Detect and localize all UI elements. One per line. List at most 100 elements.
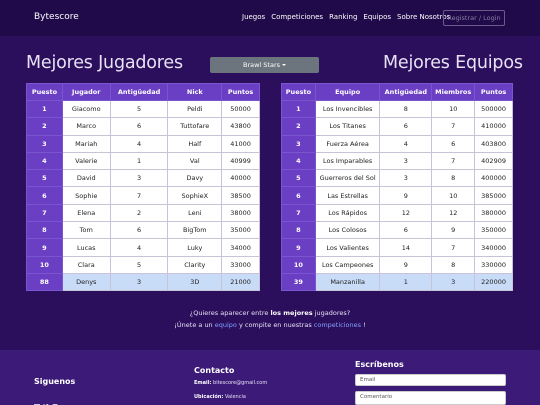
player-row[interactable]: 5 David 3 Davy 40000 [26,169,260,188]
cell-seniority: 6 [109,221,169,240]
cell-position: 6 [26,186,63,205]
cell-seniority: 14 [379,238,433,257]
footer-comment-input[interactable]: Comentario [355,391,506,405]
player-row[interactable]: 88 Denys 3 3D 21000 [26,272,260,292]
cell-position: 6 [281,186,316,205]
player-row[interactable]: 6 Sophie 7 SophieX 38500 [26,186,260,205]
cell-extra: Davy [167,169,223,188]
players-table-body: 1 Giacomo 5 Peldi 50000 2 Marco 6 Tuttofare 43800… [26,99,260,292]
follow-title: Siguenos [34,377,76,386]
social-icons [34,395,58,405]
write-us-title: Escríbenos [355,360,404,369]
players-table: Puesto Jugador Antigüedad Nick Puntos 1G… [26,83,260,292]
cell-points: 43800 [221,117,260,136]
cell-name: Las Estrellas [314,186,381,205]
contact-location: Ubicación: Valencia [194,394,246,400]
cell-position: 4 [26,151,63,171]
cell-points: 380000 [474,203,513,223]
cell-extra: 12 [431,203,476,223]
contact-title: Contacto [194,366,235,375]
cell-seniority: 9 [379,255,433,274]
location-value: Valencia [224,394,246,400]
login-button[interactable]: Registrar / Login [443,10,505,26]
cell-extra: Half [167,134,223,153]
cell-points: 350000 [474,221,513,240]
cell-name: Sophie [61,186,111,205]
cell-points: 41000 [221,134,260,153]
player-row[interactable]: 8 Tom 6 BigTom 35000 [26,221,260,240]
cell-position: 7 [26,203,63,223]
cell-points: 330000 [474,255,513,274]
team-row[interactable]: 3 Fuerza Aérea 4 6 403800 [281,134,513,153]
cell-name: Valerie [61,151,111,171]
cell-seniority: 6 [379,221,433,240]
team-row[interactable]: 9 Los Valientes 14 7 340000 [281,238,513,257]
cell-extra: 6 [431,134,476,153]
team-row[interactable]: 5 Guerreros del Sol 3 8 400000 [281,169,513,188]
column-header: Jugador [61,83,111,101]
cell-name: Elena [61,203,111,223]
twitch-icon[interactable] [34,395,40,405]
cell-name: Los Colosos [314,221,381,240]
column-header: Nick [167,83,223,101]
player-row[interactable]: 2 Marco 6 Tuttofare 43800 [26,117,260,136]
nav-link-ranking[interactable]: Ranking [329,13,357,21]
team-row[interactable]: 7 Los Rápidos 12 12 380000 [281,203,513,223]
cell-position: 39 [281,272,316,292]
team-row[interactable]: 4 Los Imparables 3 7 402909 [281,151,513,171]
cell-position: 3 [26,134,63,153]
cell-points: 33000 [221,255,260,274]
cell-extra: SophieX [167,186,223,205]
team-row[interactable]: 10 Los Campeones 9 8 330000 [281,255,513,274]
player-row[interactable]: 9 Lucas 4 Luky 34000 [26,238,260,257]
cell-extra: 7 [431,117,476,136]
cell-extra: BigTom [167,221,223,240]
competitions-link[interactable]: competiciones [314,321,361,329]
nav-link-equipos[interactable]: Equipos [363,13,391,21]
teams-table: Puesto Equipo Antigüedad Miembros Puntos… [281,83,513,292]
cell-extra: 9 [431,221,476,240]
email-value: bitescore@gmail.com [213,380,268,386]
team-link[interactable]: equipo [215,321,237,329]
caret-down-icon [282,64,287,66]
column-header: Antigüedad [379,83,433,101]
player-row[interactable]: 1 Giacomo 5 Peldi 50000 [26,99,260,119]
cta-text: ! [361,321,366,329]
cell-position: 88 [26,272,63,292]
team-row[interactable]: 1 Los Invencibles 8 10 500000 [281,99,513,119]
cell-points: 340000 [474,238,513,257]
footer-email-input[interactable]: Email [355,374,506,386]
twitter-icon[interactable] [43,395,49,405]
nav-link-competiciones[interactable]: Competiciones [271,13,323,21]
players-title: Mejores Jugadores [26,53,183,73]
team-row[interactable]: 8 Los Colosos 6 9 350000 [281,221,513,240]
team-row[interactable]: 2 Los Titanes 6 7 410000 [281,117,513,136]
nav-link-juegos[interactable]: Juegos [242,13,265,21]
column-header: Equipo [314,83,381,101]
game-select-dropdown[interactable]: Brawl Stars [210,57,319,73]
cell-name: David [61,169,111,188]
team-row[interactable]: 39 Manzanilla 1 3 220000 [281,272,513,292]
cell-position: 8 [281,221,316,240]
player-row[interactable]: 10 Clara 5 Clarity 33000 [26,255,260,274]
brand-logo[interactable]: Bytescore [34,12,79,22]
player-row[interactable]: 3 Mariah 4 Half 41000 [26,134,260,153]
cell-extra: 7 [431,238,476,257]
cell-seniority: 3 [109,272,169,292]
cell-points: 35000 [221,221,260,240]
cell-extra: 10 [431,186,476,205]
column-header: Puesto [281,83,316,101]
cell-points: 220000 [474,272,513,292]
email-label: Email: [194,380,212,386]
cell-position: 2 [281,117,316,136]
cell-seniority: 5 [109,255,169,274]
cell-extra: 8 [431,169,476,188]
cell-position: 3 [281,134,316,153]
instagram-icon[interactable] [52,395,58,405]
cta-text: y compite en nuestras [236,321,314,329]
team-row[interactable]: 6 Las Estrellas 9 10 385000 [281,186,513,205]
cell-points: 38000 [221,203,260,223]
player-row[interactable]: 4 Valerie 1 Val 40999 [26,151,260,171]
cell-position: 4 [281,151,316,171]
player-row[interactable]: 7 Elena 2 Leni 38000 [26,203,260,223]
